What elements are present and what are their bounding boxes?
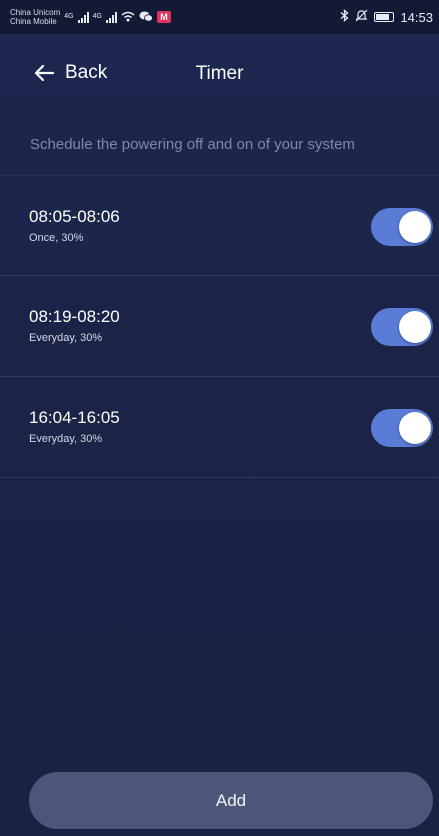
- toggle-knob: [399, 412, 431, 444]
- wechat-icon: [139, 11, 153, 24]
- add-timer-button[interactable]: Add: [29, 772, 433, 829]
- description-text: Schedule the powering off and on of your…: [30, 136, 355, 153]
- header: Back Timer: [0, 52, 439, 102]
- timer-time-range: 08:05-08:06: [29, 207, 120, 226]
- network-type-2: 4G: [92, 13, 102, 20]
- timer-detail: Once, 30%: [29, 232, 84, 244]
- timer-toggle[interactable]: [371, 308, 433, 346]
- signal-icon: [77, 11, 89, 23]
- timer-detail: Everyday, 30%: [29, 332, 103, 344]
- timer-detail: Everyday, 30%: [29, 433, 103, 445]
- timer-toggle[interactable]: [371, 208, 433, 246]
- toggle-knob: [399, 311, 431, 343]
- carrier-1: China Unicom: [10, 8, 61, 17]
- clock: 14:53: [400, 9, 433, 25]
- network-type-1: 4G: [64, 13, 74, 20]
- mute-icon: [355, 9, 368, 25]
- mail-app-icon: M: [156, 11, 171, 23]
- timer-time-range: 08:19-08:20: [29, 307, 120, 326]
- status-right: 14:53: [340, 9, 433, 25]
- signal-icon-2: [105, 11, 117, 23]
- bluetooth-icon: [340, 9, 349, 25]
- status-bar: China Unicom China Mobile 4G 4G M 14:53: [0, 0, 439, 34]
- carrier-2: China Mobile: [10, 17, 57, 26]
- wifi-icon: [121, 11, 135, 24]
- timer-row[interactable]: 08:05-08:06 Once, 30%: [0, 175, 439, 276]
- timer-toggle[interactable]: [371, 409, 433, 447]
- toggle-knob: [399, 211, 431, 243]
- page-title: Timer: [195, 63, 244, 84]
- timer-row[interactable]: 16:04-16:05 Everyday, 30%: [0, 377, 439, 478]
- timer-time-range: 16:04-16:05: [29, 408, 120, 427]
- carrier-names: China Unicom China Mobile: [10, 8, 60, 26]
- status-left: China Unicom China Mobile 4G 4G M: [10, 8, 171, 26]
- battery-icon: [374, 12, 395, 22]
- timer-list: 08:05-08:06 Once, 30% 08:19-08:20 Everyd…: [0, 175, 439, 478]
- timer-row[interactable]: 08:19-08:20 Everyday, 30%: [0, 276, 439, 377]
- timer-screen: China Unicom China Mobile 4G 4G M 14:53 …: [0, 0, 439, 836]
